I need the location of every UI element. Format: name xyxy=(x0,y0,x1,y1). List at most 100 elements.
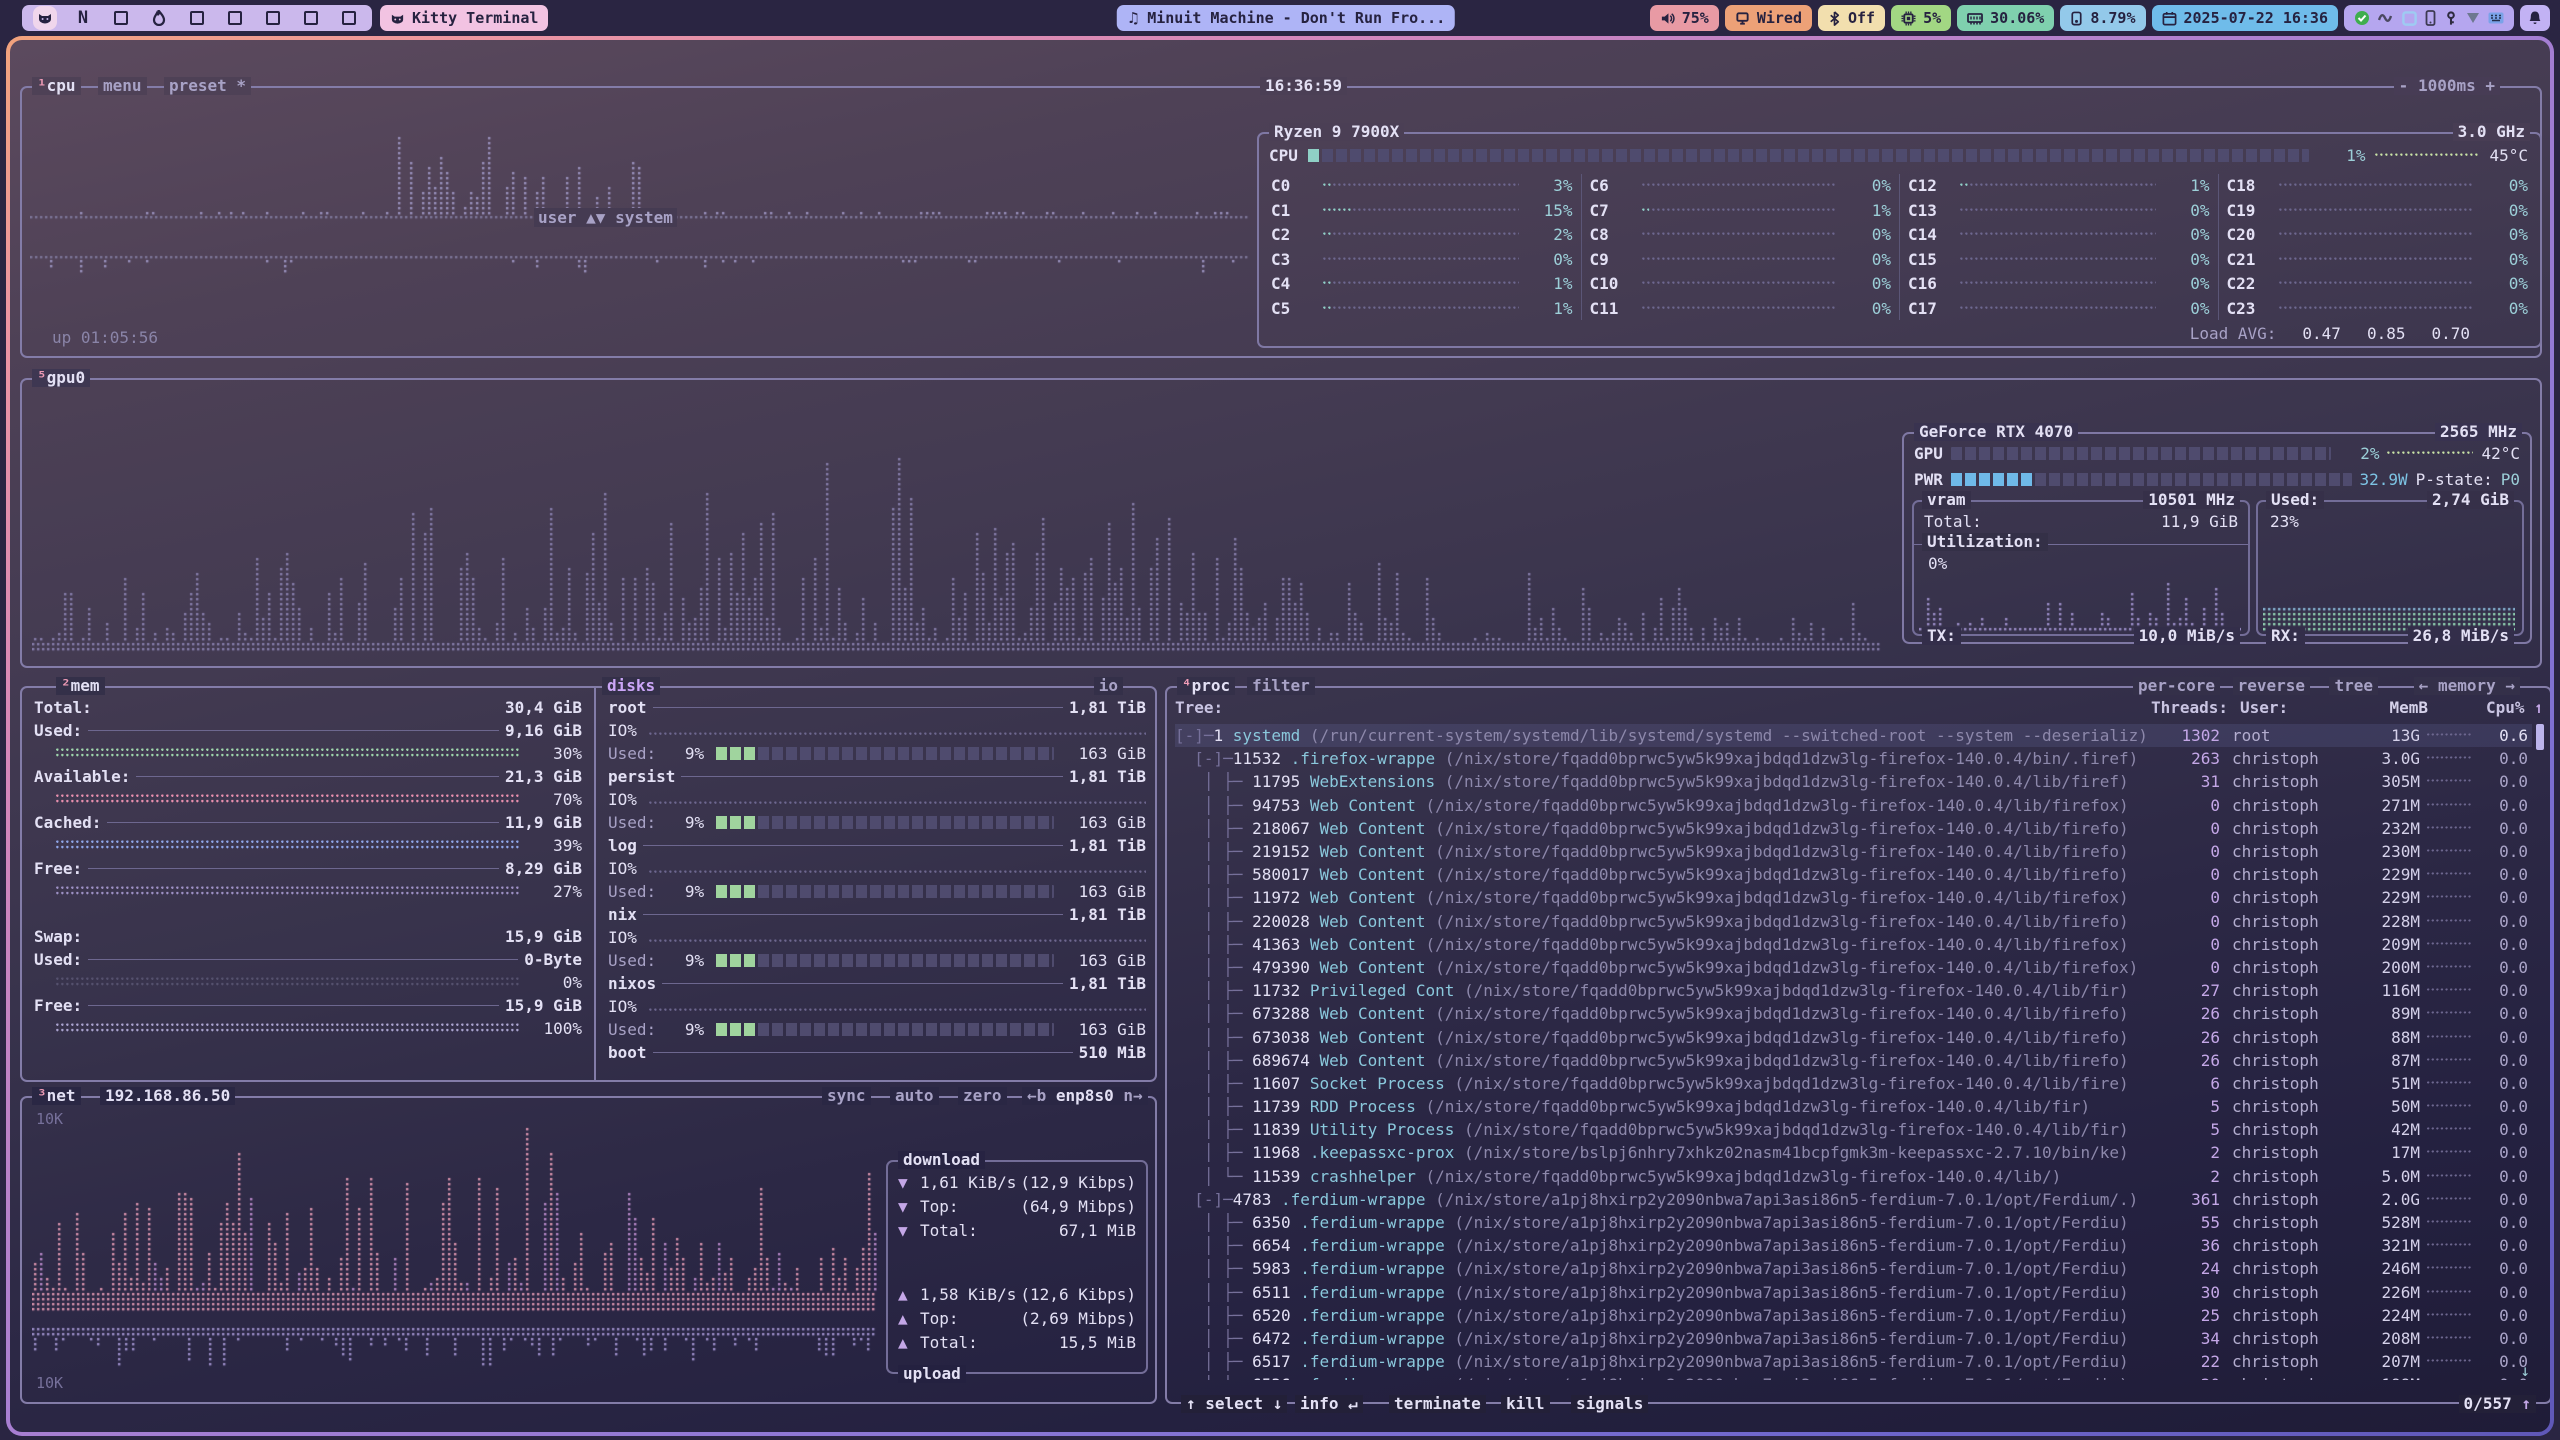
tray-key-icon[interactable] xyxy=(2444,11,2458,26)
gpu-panel-title[interactable]: ⁵gpu0 xyxy=(32,369,90,387)
process-row[interactable]: │ ├─ 6511 .ferdium-wrappe (/nix/store/a1… xyxy=(1175,1281,2532,1304)
process-row[interactable]: │ └─ 11539 crashhelper (/nix/store/fqadd… xyxy=(1175,1165,2532,1188)
cpu-panel-title[interactable]: ¹cpu xyxy=(32,77,81,95)
proc-select-keys[interactable]: ↑ select ↓ xyxy=(1181,1395,1287,1413)
disks-io-toggle[interactable]: io xyxy=(1094,677,1123,695)
proc-signals-key[interactable]: signals xyxy=(1571,1395,1648,1413)
col-user[interactable]: User: xyxy=(2228,698,2362,717)
scroll-down-indicator[interactable]: ↓ xyxy=(2520,1361,2530,1380)
process-row[interactable]: [-]─1 systemd (/run/current-system/syste… xyxy=(1175,724,2532,747)
process-row[interactable]: │ ├─ 6536 .ferdium-wrappe (/nix/store/a1… xyxy=(1175,1373,2532,1380)
process-row[interactable]: │ ├─ 673288 Web Content (/nix/store/fqad… xyxy=(1175,1002,2532,1025)
workspace-8-icon[interactable] xyxy=(302,9,320,27)
process-row[interactable]: [-]─11532 .firefox-wrappe (/nix/store/fq… xyxy=(1175,747,2532,770)
system-tray[interactable] xyxy=(2344,5,2514,31)
process-row[interactable]: │ ├─ 11607 Socket Process (/nix/store/fq… xyxy=(1175,1072,2532,1095)
bluetooth-pill[interactable]: Off xyxy=(1818,5,1885,31)
process-row[interactable]: │ ├─ 218067 Web Content (/nix/store/fqad… xyxy=(1175,817,2532,840)
cpu-usage-pill[interactable]: 5% xyxy=(1891,5,1951,31)
proc-kill-key[interactable]: kill xyxy=(1501,1395,1550,1413)
net-panel-title[interactable]: ³net xyxy=(32,1087,81,1105)
gpu-vram-used-box: Used: 2,74 GiB 23% RX: 26,8 MiB/s xyxy=(2256,500,2524,636)
tray-shield-icon[interactable] xyxy=(2466,11,2480,25)
proc-scrollbar[interactable] xyxy=(2536,724,2544,1372)
workspace-9-icon[interactable] xyxy=(340,9,358,27)
process-row[interactable]: │ ├─ 219152 Web Content (/nix/store/fqad… xyxy=(1175,840,2532,863)
net-auto-toggle[interactable]: auto xyxy=(890,1087,939,1105)
process-row[interactable]: │ ├─ 11968 .keepassxc-prox (/nix/store/b… xyxy=(1175,1141,2532,1164)
process-row[interactable]: │ ├─ 6472 .ferdium-wrappe (/nix/store/a1… xyxy=(1175,1327,2532,1350)
process-row[interactable]: │ ├─ 94753 Web Content (/nix/store/fqadd… xyxy=(1175,794,2532,817)
ram-icon xyxy=(1967,11,1983,25)
workspace-2-nix-icon[interactable]: N xyxy=(74,9,92,27)
process-row[interactable]: │ ├─ 580017 Web Content (/nix/store/fqad… xyxy=(1175,863,2532,886)
workspace-1-cat-icon[interactable] xyxy=(36,9,54,27)
process-row[interactable]: │ ├─ 479390 Web Content (/nix/store/fqad… xyxy=(1175,956,2532,979)
disk-used-row: Used:9%163 GiB xyxy=(608,949,1146,972)
datetime-pill[interactable]: 2025-07-22 16:36 xyxy=(2152,5,2339,31)
process-row[interactable]: │ ├─ 11839 Utility Process (/nix/store/f… xyxy=(1175,1118,2532,1141)
col-tree[interactable]: Tree: xyxy=(1175,698,2144,717)
disks-title[interactable]: disks xyxy=(602,677,660,695)
net-interface-switcher[interactable]: ←b enp8s0 n→ xyxy=(1022,1087,1148,1105)
process-row[interactable]: │ ├─ 11732 Privileged Cont (/nix/store/f… xyxy=(1175,979,2532,1002)
net-stat-row: ▼Top:(64,9 Mibps) xyxy=(898,1194,1136,1218)
net-zero-toggle[interactable]: zero xyxy=(958,1087,1007,1105)
now-playing-pill[interactable]: ♫ Minuit Machine - Don't Run Fro... xyxy=(1117,5,1455,31)
process-row[interactable]: [-]─4783 .ferdium-wrappe (/nix/store/a1p… xyxy=(1175,1188,2532,1211)
workspace-4-flame-icon[interactable] xyxy=(150,9,168,27)
col-memory[interactable]: MemB xyxy=(2362,698,2428,717)
proc-sort-selector[interactable]: ← memory → xyxy=(2414,677,2520,695)
cpu-panel: ¹cpu menu preset * 16:36:59 - 1000ms + u… xyxy=(20,86,2542,358)
notifications-pill[interactable] xyxy=(2520,5,2550,31)
workspace-switcher[interactable]: N xyxy=(22,5,372,31)
workspace-5-icon[interactable] xyxy=(188,9,206,27)
volume-pill[interactable]: 75% xyxy=(1650,5,1719,31)
tray-window-icon[interactable] xyxy=(2402,11,2417,26)
proc-panel-title[interactable]: ⁴proc xyxy=(1177,677,1235,695)
proc-per-core-toggle[interactable]: per-core xyxy=(2133,677,2220,695)
gpu-util-meter xyxy=(1951,447,2332,460)
vram-utilization: 0% xyxy=(1928,552,1947,575)
process-row[interactable]: │ ├─ 11739 RDD Process (/nix/store/fqadd… xyxy=(1175,1095,2532,1118)
memory-usage-pill[interactable]: 30.06% xyxy=(1957,5,2054,31)
datetime-value: 2025-07-22 16:36 xyxy=(2184,9,2329,27)
process-row[interactable]: │ ├─ 220028 Web Content (/nix/store/fqad… xyxy=(1175,910,2532,933)
proc-filter-button[interactable]: filter xyxy=(1247,677,1315,695)
proc-tree-toggle[interactable]: tree xyxy=(2329,677,2378,695)
net-stat-row: ▲Total:15,5 MiB xyxy=(898,1330,1136,1354)
process-row[interactable]: │ ├─ 5983 .ferdium-wrappe (/nix/store/a1… xyxy=(1175,1257,2532,1280)
tray-keyboard-icon[interactable] xyxy=(2488,12,2504,24)
proc-terminate-key[interactable]: terminate xyxy=(1389,1395,1486,1413)
net-sync-toggle[interactable]: sync xyxy=(822,1087,871,1105)
process-row[interactable]: │ ├─ 6520 .ferdium-wrappe (/nix/store/a1… xyxy=(1175,1304,2532,1327)
update-interval-control[interactable]: - 1000ms + xyxy=(2394,77,2500,95)
core-row: C220% xyxy=(2227,272,2529,295)
process-row[interactable]: │ ├─ 11795 WebExtensions (/nix/store/fqa… xyxy=(1175,770,2532,793)
mem-panel-title[interactable]: ²mem xyxy=(56,677,105,695)
window-title-pill[interactable]: Kitty Terminal xyxy=(380,5,548,31)
network-pill[interactable]: Wired xyxy=(1725,5,1812,31)
proc-reverse-toggle[interactable]: reverse xyxy=(2233,677,2310,695)
tray-phone-icon[interactable] xyxy=(2425,10,2436,26)
disk-usage-pill[interactable]: 8.79% xyxy=(2060,5,2145,31)
process-list[interactable]: [-]─1 systemd (/run/current-system/syste… xyxy=(1175,724,2532,1380)
workspace-7-icon[interactable] xyxy=(264,9,282,27)
workspace-3-icon[interactable] xyxy=(112,9,130,27)
process-row[interactable]: │ ├─ 41363 Web Content (/nix/store/fqadd… xyxy=(1175,933,2532,956)
preset-button[interactable]: preset * xyxy=(164,77,251,95)
process-row[interactable]: │ ├─ 11972 Web Content (/nix/store/fqadd… xyxy=(1175,886,2532,909)
tray-squiggle-icon[interactable] xyxy=(2378,12,2394,24)
process-row[interactable]: │ ├─ 6517 .ferdium-wrappe (/nix/store/a1… xyxy=(1175,1350,2532,1373)
process-row[interactable]: │ ├─ 6350 .ferdium-wrappe (/nix/store/a1… xyxy=(1175,1211,2532,1234)
tray-check-circle-icon[interactable] xyxy=(2354,10,2370,26)
col-threads[interactable]: Threads: xyxy=(2144,698,2228,717)
col-cpu[interactable]: Cpu% ↑ xyxy=(2486,698,2540,717)
workspace-6-icon[interactable] xyxy=(226,9,244,27)
process-row[interactable]: │ ├─ 6654 .ferdium-wrappe (/nix/store/a1… xyxy=(1175,1234,2532,1257)
process-row[interactable]: │ ├─ 689674 Web Content (/nix/store/fqad… xyxy=(1175,1049,2532,1072)
proc-scrollbar-thumb[interactable] xyxy=(2536,724,2544,750)
proc-info-key[interactable]: info ↵ xyxy=(1295,1395,1363,1413)
menu-button[interactable]: menu xyxy=(98,77,147,95)
process-row[interactable]: │ ├─ 673038 Web Content (/nix/store/fqad… xyxy=(1175,1025,2532,1048)
